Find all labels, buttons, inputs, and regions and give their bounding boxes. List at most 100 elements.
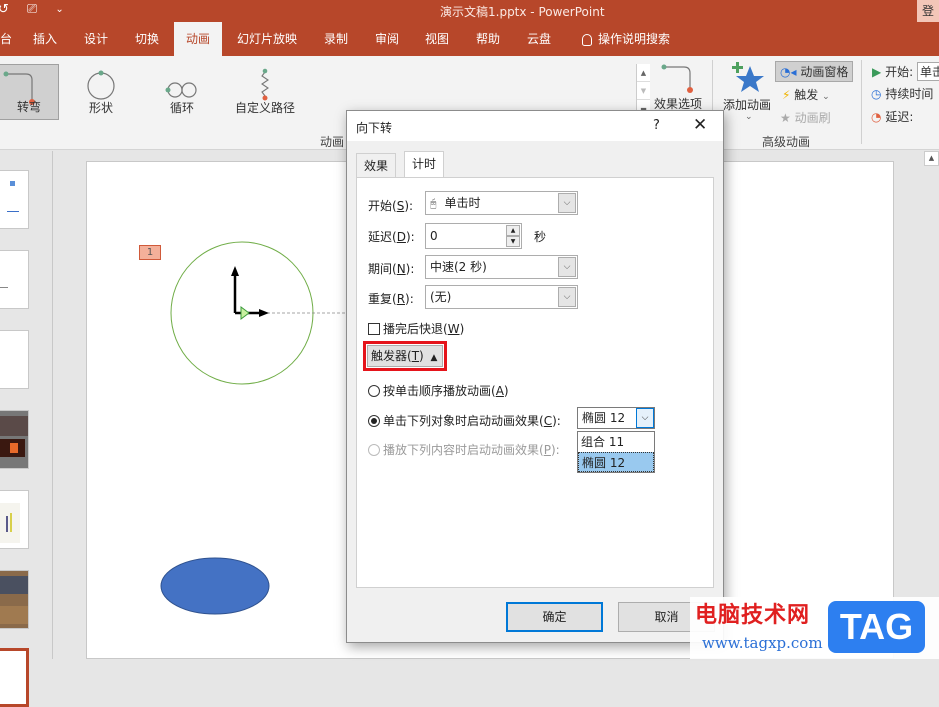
repeat-value: (无) [430,290,452,304]
tab-view[interactable]: 视图 [413,22,461,56]
mouse-click-icon: 🖰 [430,197,437,210]
trigger-label: 触发 [794,88,819,102]
gallery-label: 循环 [169,101,194,115]
customize-qat-icon[interactable]: ⌄ [55,4,63,15]
rewind-checkbox-row[interactable]: 播完后快退(W) [368,320,464,337]
slide-thumbnail-current[interactable] [0,648,29,707]
slide-thumbnails-pane [0,151,53,707]
repeat-select[interactable]: (无) ⌵ [425,285,578,309]
delay-label: 延迟(D): [368,230,415,244]
radio-sequence[interactable] [368,385,380,397]
trigger-object-dropdown: 组合 11 椭圆 12 [577,431,655,473]
tab-design[interactable]: 设计 [72,22,120,56]
start-from-beginning-icon[interactable]: ⎚ [27,2,37,17]
watermark-site-name: 电脑技术网 [695,603,811,628]
group-separator [861,60,862,144]
scroll-up-icon[interactable]: ▲ [924,151,939,166]
gallery-item-shape[interactable]: 形状 [72,64,130,120]
dropdown-option-selected[interactable]: 椭圆 12 [578,452,654,472]
duration-select[interactable]: 中速(2 秒) ⌵ [425,255,578,279]
ribbon-tabs: 台 插入 设计 切换 动画 幻灯片放映 录制 审阅 视图 帮助 云盘 操作说明搜… [0,22,939,56]
tab-timing[interactable]: 计时 [404,151,445,178]
start-value: 单击时 [444,196,481,210]
add-animation-star-icon [732,62,764,92]
delay-spinner[interactable]: 0 ▲ ▼ [425,223,522,249]
gallery-label: 自定义路径 [234,101,295,115]
window-title: 演示文稿1.pptx - PowerPoint [440,5,605,19]
slide-thumbnail[interactable] [0,330,29,389]
radio-click-object-row[interactable]: 单击下列对象时启动动画效果(C): [368,412,561,429]
radio-sequence-row[interactable]: 按单击顺序播放动画(A) [368,382,509,399]
gallery-down-icon[interactable]: ▼ [637,82,650,100]
help-icon[interactable]: ? [653,118,660,133]
radio-click-object[interactable] [368,415,380,427]
watermark-tag-logo: TAG [828,601,925,653]
trigger-object-value: 椭圆 12 [582,411,626,425]
radio-play-content [368,444,380,456]
chevron-down-icon[interactable]: ⌵ [558,257,576,277]
effect-options-button[interactable]: 效果选项 [652,60,704,111]
tab-help[interactable]: 帮助 [464,22,512,56]
gallery-item-loop[interactable]: 循环 [153,64,211,120]
radio-play-content-row: 播放下列内容时启动动画效果(P): [368,441,560,458]
tab-record[interactable]: 录制 [312,22,360,56]
play-icon: ▶ [872,65,882,79]
slide-thumbnail[interactable] [0,490,29,549]
slide-thumbnail[interactable] [0,570,29,629]
gallery-item-custom-path[interactable]: 自定义路径 [226,64,304,120]
vertical-scrollbar[interactable]: ▲ [924,151,939,659]
redo-icon[interactable]: ↺ [0,2,9,17]
chevron-down-icon[interactable]: ⌵ [558,287,576,307]
tell-me-search[interactable]: 操作说明搜索 [570,22,682,56]
triggers-button[interactable]: 触发器(T) ▲ [367,345,443,367]
lightning-icon: ⚡ [782,88,791,102]
lightbulb-icon [582,33,592,46]
duration-label: 持续时间 [885,87,934,101]
rewind-checkbox[interactable] [368,323,380,335]
effect-options-icon [661,64,693,93]
start-select[interactable]: 🖰 单击时 ⌵ [425,191,578,215]
tab-transitions[interactable]: 切换 [123,22,171,56]
tab-cloud[interactable]: 云盘 [515,22,563,56]
trigger-object-select[interactable]: 椭圆 12 ⌵ [577,407,655,429]
delay-unit: 秒 [534,230,547,244]
tab-animations[interactable]: 动画 [174,22,223,56]
tab-insert[interactable]: 插入 [21,22,69,56]
tab-review[interactable]: 审阅 [363,22,411,56]
gallery-up-icon[interactable]: ▲ [637,64,650,82]
add-animation-button[interactable]: 添加动画 ⌄ [720,60,776,130]
tab-slideshow[interactable]: 幻灯片放映 [225,22,309,56]
ellipse-12-shape[interactable] [157,554,277,624]
delay-value[interactable]: 0 [430,229,438,243]
chevron-down-icon[interactable]: ⌵ [636,408,654,428]
animation-painter-button[interactable]: ★ 动画刷 [780,109,831,126]
title-bar: ↺ ⎚ ⌄ 演示文稿1.pptx - PowerPoint 登 [0,0,939,22]
advanced-animation-group-label: 高级动画 [762,135,811,149]
chevron-down-icon[interactable]: ⌵ [558,193,576,213]
trigger-button[interactable]: ⚡ 触发 ⌄ [782,86,830,103]
dropdown-option[interactable]: 组合 11 [578,432,654,452]
dialog-title: 向下转 [356,121,393,135]
delay-setting: ◔ 延迟: [871,108,913,125]
close-icon[interactable]: ✕ [693,115,707,135]
add-animation-label: 添加动画 [723,98,772,112]
start-select[interactable]: 单击 [916,62,939,81]
dialog-title-bar: 向下转 ? ✕ [347,111,723,141]
spin-down-icon[interactable]: ▼ [506,236,520,247]
animation-painter-label: 动画刷 [794,111,831,125]
tab-effect[interactable]: 效果 [356,153,397,178]
start-setting: ▶ 开始: 单击 [872,62,939,81]
slide-thumbnail[interactable] [0,250,29,309]
slide-thumbnail[interactable] [0,410,29,469]
login-button[interactable]: 登 [917,0,939,22]
animation-pane-button[interactable]: ◔◂ 动画窗格 [775,61,854,82]
ok-button[interactable]: 确定 [506,602,603,632]
duration-setting: ◷ 持续时间 [871,85,933,102]
animation-group-label: 动画 [320,135,345,149]
slide-thumbnail[interactable] [0,170,29,229]
delay-clock-icon: ◔ [871,110,882,124]
quick-access-toolbar: ↺ ⎚ ⌄ [0,2,64,17]
timing-panel: 开始(S): 🖰 单击时 ⌵ 延迟(D): 0 ▲ ▼ 秒 期间(N): 中速(… [356,177,714,588]
spin-up-icon[interactable]: ▲ [506,225,520,236]
gallery-item-turn[interactable]: 转弯 [0,64,59,120]
